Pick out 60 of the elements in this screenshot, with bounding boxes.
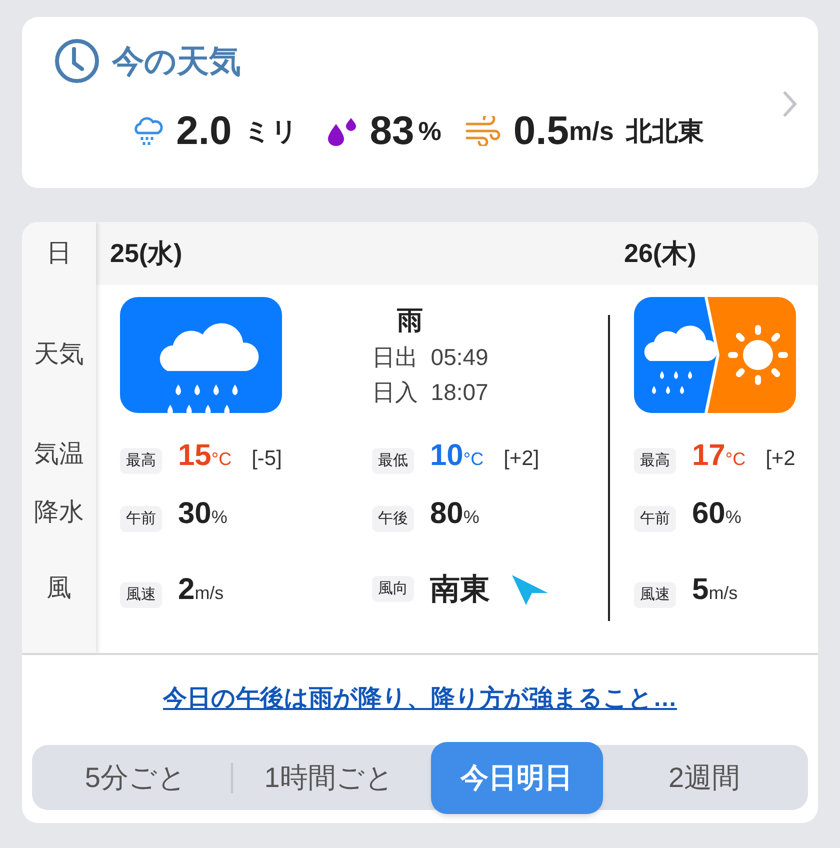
day-heading: 26(木) [624, 237, 696, 270]
clock-icon [54, 38, 100, 84]
wind-direction: 北北東 [626, 114, 704, 148]
field-label: 風向 [372, 576, 414, 602]
sunset-time: 日入 18:07 [372, 378, 488, 406]
row-label: 天気 [34, 339, 84, 370]
weather-condition: 雨 [397, 304, 424, 337]
view-tab[interactable]: 5分ごと [40, 752, 232, 802]
temperature-difference: [+2 [766, 446, 796, 472]
row-label: 気温 [34, 439, 84, 470]
field-label: 最高 [634, 448, 676, 474]
precipitation-value: 30 [178, 496, 212, 532]
row-label: 降水 [34, 497, 84, 528]
wind-direction-value: 南東 [430, 572, 490, 608]
row-label: 日 [46, 238, 72, 269]
temperature-difference: [-5] [252, 446, 282, 472]
wind-speed-value: 2 [178, 572, 195, 608]
precipitation-unit: % [463, 506, 480, 528]
temperature-value: 17 [692, 438, 726, 474]
wind-unit: m/s [569, 114, 614, 148]
field-label: 最低 [372, 448, 414, 474]
view-tab[interactable]: 1時間ごと [233, 752, 425, 802]
field-label: 風速 [120, 582, 162, 608]
temperature-unit: °C [725, 448, 746, 470]
precipitation-value: 80 [430, 496, 464, 532]
rain-then-sun-weather-icon [634, 297, 796, 413]
temperature-unit: °C [463, 448, 484, 470]
rain-cloud-icon [132, 115, 164, 147]
temperature-value: 15 [178, 438, 212, 474]
humidity-value: 83 [370, 108, 414, 155]
temperature-unit: °C [211, 448, 232, 470]
humidity-unit: % [418, 114, 442, 148]
precipitation-value: 2.0 [176, 108, 232, 155]
row-label: 風 [46, 573, 72, 604]
wind-value: 0.5 [513, 108, 570, 155]
precipitation-unit: % [725, 506, 742, 528]
view-tab[interactable]: 今日明日 [430, 742, 603, 814]
chevron-right-icon [782, 90, 798, 118]
temperature-value: 10 [430, 438, 464, 474]
precipitation-unit: % [211, 506, 228, 528]
wind-speed-unit: m/s [708, 582, 738, 604]
droplets-icon [326, 116, 358, 146]
wind-speed-value: 5 [692, 572, 709, 608]
field-label: 午前 [120, 506, 162, 532]
temperature-difference: [+2] [504, 446, 540, 472]
rain-weather-icon [120, 297, 282, 413]
card-title: 今の天気 [112, 42, 241, 81]
field-label: 午前 [634, 506, 676, 532]
field-label: 午後 [372, 506, 414, 532]
wind-icon [465, 116, 502, 146]
field-label: 風速 [634, 582, 676, 608]
sunrise-time: 日出 05:49 [372, 343, 488, 372]
precipitation-unit: ミリ [244, 114, 298, 148]
precipitation-value: 60 [692, 496, 726, 532]
forecast-summary-link[interactable]: 今日の午後は雨が降り、降り方が強まること… [163, 681, 677, 717]
current-weather-card[interactable]: 今の天気 2.0 ミリ 83% 0.5m/s 北北東 [22, 17, 818, 188]
view-tab[interactable]: 2週間 [608, 752, 800, 802]
wind-speed-unit: m/s [194, 582, 224, 604]
day-heading: 25(水) [110, 237, 182, 270]
field-label: 最高 [120, 448, 162, 474]
